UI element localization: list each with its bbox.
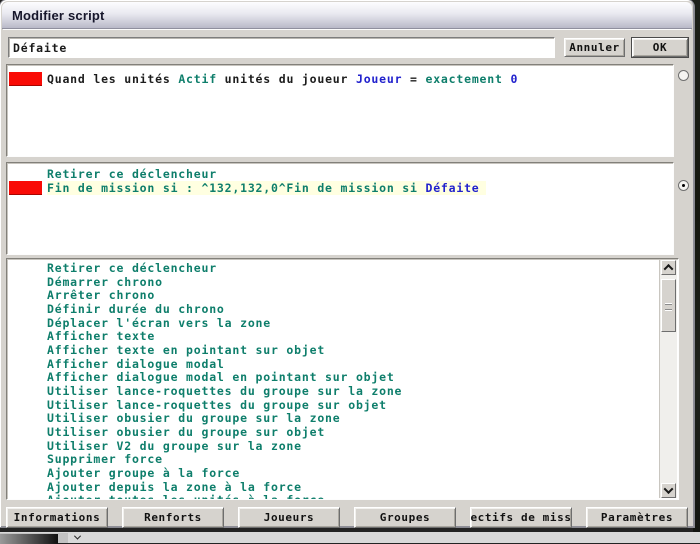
list-item[interactable]: Ajouter depuis la zone à la force	[47, 481, 661, 495]
background-segment	[58, 533, 68, 543]
window-title: Modifier script	[2, 8, 105, 23]
condition-param: Joueur	[356, 72, 402, 86]
chevron-down-icon	[73, 533, 80, 540]
scroll-up-button[interactable]	[661, 260, 676, 275]
desktop-background	[693, 0, 700, 543]
condition-text: unités du joueur	[217, 72, 356, 86]
condition-line[interactable]: Quand les unités Actif unités du joueur …	[47, 72, 518, 86]
condition-marker[interactable]	[9, 72, 42, 86]
list-item[interactable]: Afficher texte en pointant sur objet	[47, 344, 661, 358]
background-bar	[0, 533, 58, 544]
action-listbox[interactable]: Retirer ce déclencheurDémarrer chronoArr…	[6, 258, 679, 500]
ok-button[interactable]: OK	[632, 38, 688, 57]
selected-action-line[interactable]: Fin de mission si : ^132,132,0^Fin de mi…	[47, 181, 486, 195]
script-name-input[interactable]	[8, 37, 555, 58]
scroll-down-button[interactable]	[661, 483, 676, 498]
list-item[interactable]: Afficher dialogue modal	[47, 358, 661, 372]
list-item[interactable]: Retirer ce déclencheur	[47, 262, 661, 276]
remove-trigger-item[interactable]: Retirer ce déclencheur	[47, 167, 217, 181]
list-item[interactable]: Afficher texte	[47, 330, 661, 344]
list-item[interactable]: Déplacer l'écran vers la zone	[47, 317, 661, 331]
list-item[interactable]: Démarrer chrono	[47, 276, 661, 290]
condition-radio[interactable]	[678, 70, 689, 81]
modifier-script-dialog: Modifier script Annuler OK Quand les uni…	[0, 0, 694, 527]
below-window-strip	[0, 532, 700, 543]
footer-button[interactable]: Groupes	[354, 507, 456, 528]
cancel-button[interactable]: Annuler	[564, 38, 625, 57]
list-item[interactable]: Supprimer force	[47, 453, 661, 467]
action-panel[interactable]: Retirer ce déclencheur Fin de mission si…	[6, 162, 674, 255]
list-item[interactable]: Définir durée du chrono	[47, 303, 661, 317]
condition-text: Quand les unités	[47, 72, 178, 86]
list-item[interactable]: Utiliser lance-roquettes du groupe sur l…	[47, 385, 661, 399]
titlebar[interactable]: Modifier script	[2, 2, 692, 29]
thumb-grip	[665, 304, 672, 310]
list-item[interactable]: Ajouter groupe à la force	[47, 467, 661, 481]
condition-keyword: exactement	[425, 72, 502, 86]
scrollbar[interactable]	[659, 260, 677, 498]
action-param: Défaite	[425, 181, 479, 195]
footer-button[interactable]: Joueurs	[238, 507, 340, 528]
condition-value: 0	[503, 72, 518, 86]
footer-button[interactable]: Paramètres	[586, 507, 688, 528]
action-marker[interactable]	[9, 181, 42, 195]
list-item[interactable]: Afficher dialogue modal en pointant sur …	[47, 371, 661, 385]
dropdown-button[interactable]	[70, 532, 84, 543]
action-list: Retirer ce déclencheurDémarrer chronoArr…	[7, 259, 661, 499]
chevron-up-icon	[664, 264, 674, 274]
footer-button[interactable]: Informations	[6, 507, 108, 528]
action-text: Fin de mission si : ^132,132,0^Fin de mi…	[47, 181, 425, 195]
screen: Modifier script Annuler OK Quand les uni…	[0, 0, 700, 543]
list-item[interactable]: Arrêter chrono	[47, 289, 661, 303]
list-item[interactable]: Ajouter toutes les unités à la force	[47, 494, 661, 499]
list-item[interactable]: Utiliser obusier du groupe sur la zone	[47, 412, 661, 426]
list-item[interactable]: Utiliser V2 du groupe sur la zone	[47, 440, 661, 454]
action-radio[interactable]	[678, 180, 689, 191]
condition-panel[interactable]: Quand les unités Actif unités du joueur …	[6, 64, 674, 157]
scrollbar-thumb[interactable]	[661, 279, 676, 332]
footer-button[interactable]: Renforts	[122, 507, 224, 528]
footer-buttons: Informations Renforts Joueurs Groupes ectifs…	[6, 507, 688, 528]
footer-button[interactable]: ectifs de miss	[470, 507, 572, 528]
list-item[interactable]: Utiliser lance-roquettes du groupe sur o…	[47, 399, 661, 413]
chevron-down-icon	[664, 484, 674, 494]
condition-keyword: Actif	[178, 72, 217, 86]
condition-operator: =	[402, 72, 425, 86]
list-item[interactable]: Utiliser obusier du groupe sur objet	[47, 426, 661, 440]
